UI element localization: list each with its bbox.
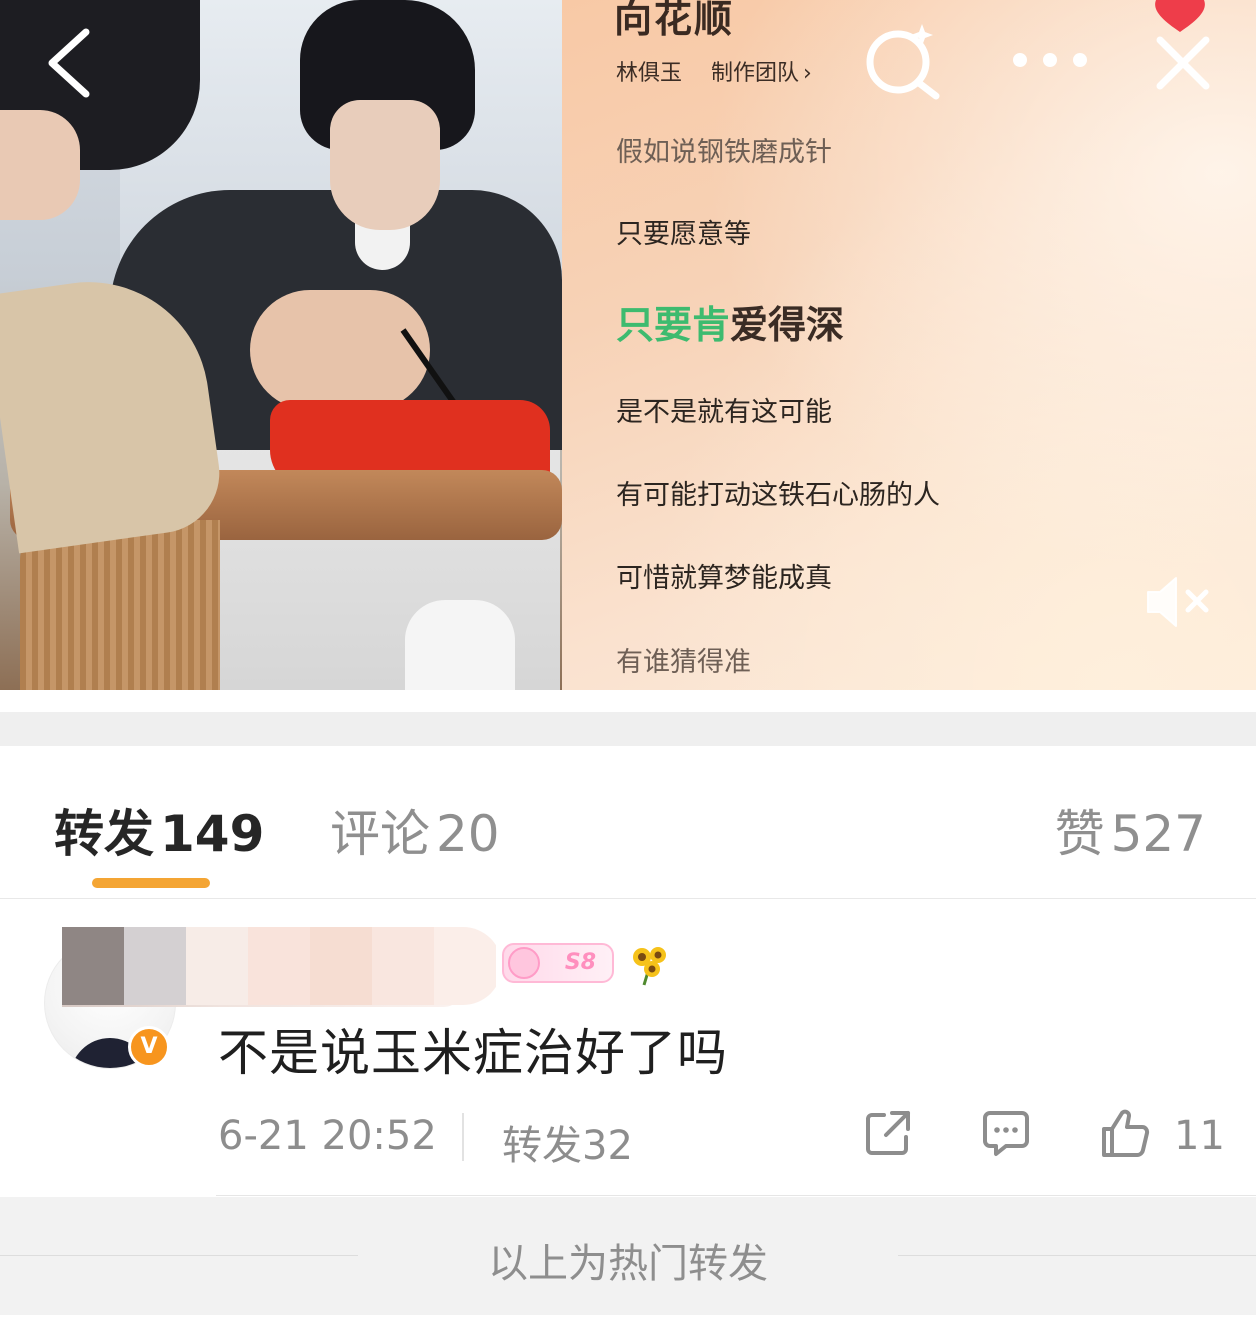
verified-badge: V [128,1026,170,1068]
more-icon[interactable] [1010,50,1090,70]
song-meta: 林俱玉 制作团队 › [616,55,812,87]
repost-item[interactable]: V S8 不是说玉米症治好了吗 6-21 20:52 转发32 11 [0,899,1256,1196]
timestamp: 6-21 20:52 [218,1113,437,1159]
heart-icon[interactable] [1152,0,1208,34]
mute-icon[interactable] [1142,572,1214,632]
lyric-line: 有谁猜得准 [616,647,751,678]
repost-meta-row: 6-21 20:52 转发32 11 [218,1107,1225,1169]
tab-comment[interactable]: 评论 20 [330,794,500,866]
lyric-line: 是不是就有这可能 [616,397,832,428]
bear-icon [508,947,540,979]
like-count[interactable]: 11 [1174,1113,1225,1159]
repost-count-link[interactable]: 转发32 [502,1113,633,1171]
video-frame [0,0,562,690]
lyric-line: 有可能打动这铁石心肠的人 [616,480,940,511]
close-icon[interactable] [1156,36,1210,90]
search-sparkle-icon[interactable] [862,24,944,100]
credits-link[interactable]: 制作团队 › [711,61,812,86]
hot-repost-label: 以上为热门转发 [488,1241,768,1287]
artist-name[interactable]: 林俱玉 [616,61,682,86]
share-icon[interactable] [862,1107,914,1159]
interaction-tabs: 转发 149 评论 20 赞 527 [0,746,1256,899]
lyric-line-current: 只要肯爱得深 [616,303,845,347]
video-player[interactable]: 向花顺 林俱玉 制作团队 › 假如说钢铁磨成针 只要愿意等 只要肯爱得深 是不是就… [0,0,1256,690]
username-blurred[interactable] [62,927,502,1005]
lyric-line: 可惜就算梦能成真 [616,563,832,594]
lyric-line: 只要愿意等 [616,219,751,250]
repost-text: 不是说玉米症治好了吗 [218,1024,728,1082]
hot-repost-footer: 以上为热门转发 [0,1197,1256,1336]
tab-like[interactable]: 赞 527 [1055,794,1206,866]
thumbs-up-icon[interactable] [1098,1107,1152,1159]
member-level-badge: S8 [502,943,614,983]
active-tab-indicator [92,878,210,888]
song-title: 向花顺 [614,0,735,41]
chevron-right-icon: › [803,61,812,86]
back-icon[interactable] [46,28,92,98]
sunflower-icon [633,947,666,986]
section-divider [0,712,1256,746]
tab-repost[interactable]: 转发 149 [54,794,264,866]
lyric-line: 假如说钢铁磨成针 [616,137,832,168]
comment-icon[interactable] [980,1107,1032,1159]
